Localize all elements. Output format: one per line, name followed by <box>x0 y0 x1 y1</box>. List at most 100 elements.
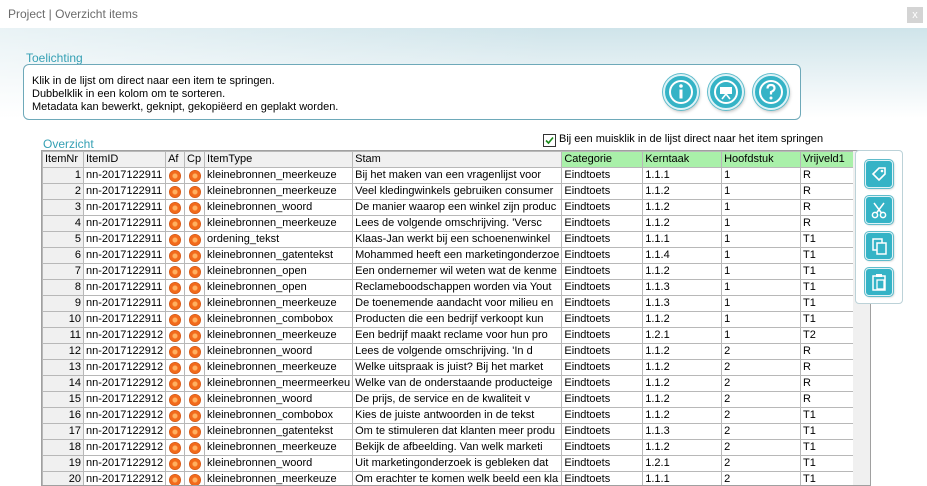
cell-vrijveld1[interactable]: T1 <box>800 440 853 456</box>
cell-hoofdstuk[interactable]: 1 <box>722 312 801 328</box>
cell-itemnr[interactable]: 4 <box>43 216 84 232</box>
cell-categorie[interactable]: Eindtoets <box>562 248 643 264</box>
cell-itemnr[interactable]: 13 <box>43 360 84 376</box>
cell-itemnr[interactable]: 15 <box>43 392 84 408</box>
cell-itemnr[interactable]: 1 <box>43 168 84 184</box>
col-header-itemid[interactable]: ItemID <box>83 152 165 168</box>
cell-hoofdstuk[interactable]: 2 <box>722 408 801 424</box>
cell-itemid[interactable]: nn-2017122911 <box>83 248 165 264</box>
cell-itemtype[interactable]: kleinebronnen_meerkeuze <box>205 440 353 456</box>
cell-itemnr[interactable]: 10 <box>43 312 84 328</box>
cell-itemid[interactable]: nn-2017122911 <box>83 312 165 328</box>
cell-kerntaak[interactable]: 1.1.3 <box>643 280 722 296</box>
cell-itemid[interactable]: nn-2017122912 <box>83 440 165 456</box>
cell-kerntaak[interactable]: 1.1.2 <box>643 408 722 424</box>
cell-vrijveld1[interactable]: T2 <box>800 328 853 344</box>
cell-vrijveld1[interactable]: T1 <box>800 232 853 248</box>
cell-vrijveld1[interactable]: T1 <box>800 296 853 312</box>
cell-categorie[interactable]: Eindtoets <box>562 168 643 184</box>
cell-itemtype[interactable]: kleinebronnen_combobox <box>205 408 353 424</box>
cell-itemtype[interactable]: kleinebronnen_meerkeuze <box>205 168 353 184</box>
cell-stam[interactable]: Een bedrijf maakt reclame voor hun pro <box>353 328 562 344</box>
cell-cp[interactable] <box>185 216 205 232</box>
cell-cp[interactable] <box>185 264 205 280</box>
cell-cp[interactable] <box>185 376 205 392</box>
cell-itemnr[interactable]: 2 <box>43 184 84 200</box>
cell-stam[interactable]: Veel kledingwinkels gebruiken consumer <box>353 184 562 200</box>
items-grid[interactable]: ItemNr ItemID Af Cp ItemType Stam Catego… <box>41 150 855 486</box>
cell-hoofdstuk[interactable]: 2 <box>722 344 801 360</box>
cell-categorie[interactable]: Eindtoets <box>562 376 643 392</box>
cell-hoofdstuk[interactable]: 1 <box>722 264 801 280</box>
cell-vrijveld1[interactable]: R <box>800 376 853 392</box>
cell-hoofdstuk[interactable]: 1 <box>722 184 801 200</box>
copy-button[interactable] <box>865 232 893 260</box>
cell-itemtype[interactable]: kleinebronnen_meerkeuze <box>205 184 353 200</box>
cell-categorie[interactable]: Eindtoets <box>562 280 643 296</box>
cell-cp[interactable] <box>185 232 205 248</box>
table-row[interactable]: 13nn-2017122912kleinebronnen_meerkeuzeWe… <box>43 360 854 376</box>
table-row[interactable]: 6nn-2017122911kleinebronnen_gatentekstMo… <box>43 248 854 264</box>
cell-hoofdstuk[interactable]: 1 <box>722 216 801 232</box>
cell-itemtype[interactable]: kleinebronnen_meerkeuze <box>205 216 353 232</box>
cell-vrijveld1[interactable]: T1 <box>800 408 853 424</box>
cell-cp[interactable] <box>185 280 205 296</box>
cell-itemid[interactable]: nn-2017122912 <box>83 376 165 392</box>
cell-af[interactable] <box>166 200 185 216</box>
cell-itemid[interactable]: nn-2017122911 <box>83 280 165 296</box>
cut-button[interactable] <box>865 196 893 224</box>
cell-stam[interactable]: Welke uitspraak is juist? Bij het market <box>353 360 562 376</box>
cell-itemnr[interactable]: 12 <box>43 344 84 360</box>
cell-af[interactable] <box>166 168 185 184</box>
cell-kerntaak[interactable]: 1.2.1 <box>643 456 722 472</box>
cell-kerntaak[interactable]: 1.2.1 <box>643 328 722 344</box>
cell-hoofdstuk[interactable]: 2 <box>722 424 801 440</box>
table-row[interactable]: 8nn-2017122911kleinebronnen_openReclameb… <box>43 280 854 296</box>
cell-cp[interactable] <box>185 456 205 472</box>
cell-kerntaak[interactable]: 1.1.2 <box>643 392 722 408</box>
cell-hoofdstuk[interactable]: 1 <box>722 296 801 312</box>
cell-hoofdstuk[interactable]: 2 <box>722 456 801 472</box>
table-row[interactable]: 15nn-2017122912kleinebronnen_woordDe pri… <box>43 392 854 408</box>
cell-itemid[interactable]: nn-2017122911 <box>83 296 165 312</box>
cell-kerntaak[interactable]: 1.1.2 <box>643 216 722 232</box>
cell-itemtype[interactable]: kleinebronnen_woord <box>205 392 353 408</box>
cell-itemnr[interactable]: 16 <box>43 408 84 424</box>
cell-stam[interactable]: Bij het maken van een vragenlijst voor <box>353 168 562 184</box>
cell-kerntaak[interactable]: 1.1.1 <box>643 232 722 248</box>
cell-itemnr[interactable]: 11 <box>43 328 84 344</box>
cell-itemid[interactable]: nn-2017122911 <box>83 232 165 248</box>
cell-categorie[interactable]: Eindtoets <box>562 344 643 360</box>
cell-categorie[interactable]: Eindtoets <box>562 232 643 248</box>
col-header-kerntaak[interactable]: Kerntaak <box>643 152 722 168</box>
presentation-button[interactable] <box>708 74 744 110</box>
cell-itemtype[interactable]: kleinebronnen_gatentekst <box>205 424 353 440</box>
cell-vrijveld1[interactable]: R <box>800 360 853 376</box>
cell-cp[interactable] <box>185 200 205 216</box>
cell-categorie[interactable]: Eindtoets <box>562 312 643 328</box>
cell-itemid[interactable]: nn-2017122911 <box>83 168 165 184</box>
cell-cp[interactable] <box>185 344 205 360</box>
cell-kerntaak[interactable]: 1.1.3 <box>643 424 722 440</box>
cell-itemtype[interactable]: kleinebronnen_meermeerkeu <box>205 376 353 392</box>
cell-itemid[interactable]: nn-2017122911 <box>83 264 165 280</box>
cell-itemnr[interactable]: 6 <box>43 248 84 264</box>
cell-cp[interactable] <box>185 328 205 344</box>
col-header-categorie[interactable]: Categorie <box>562 152 643 168</box>
cell-stam[interactable]: Uit marketingonderzoek is gebleken dat <box>353 456 562 472</box>
cell-cp[interactable] <box>185 168 205 184</box>
table-row[interactable]: 11nn-2017122912kleinebronnen_meerkeuzeEe… <box>43 328 854 344</box>
cell-itemnr[interactable]: 18 <box>43 440 84 456</box>
cell-af[interactable] <box>166 424 185 440</box>
cell-cp[interactable] <box>185 248 205 264</box>
cell-itemnr[interactable]: 8 <box>43 280 84 296</box>
cell-stam[interactable]: Klaas-Jan werkt bij een schoenenwinkel <box>353 232 562 248</box>
cell-cp[interactable] <box>185 312 205 328</box>
cell-kerntaak[interactable]: 1.1.2 <box>643 264 722 280</box>
cell-categorie[interactable]: Eindtoets <box>562 360 643 376</box>
cell-cp[interactable] <box>185 392 205 408</box>
cell-af[interactable] <box>166 344 185 360</box>
cell-kerntaak[interactable]: 1.1.2 <box>643 312 722 328</box>
cell-categorie[interactable]: Eindtoets <box>562 440 643 456</box>
cell-categorie[interactable]: Eindtoets <box>562 424 643 440</box>
